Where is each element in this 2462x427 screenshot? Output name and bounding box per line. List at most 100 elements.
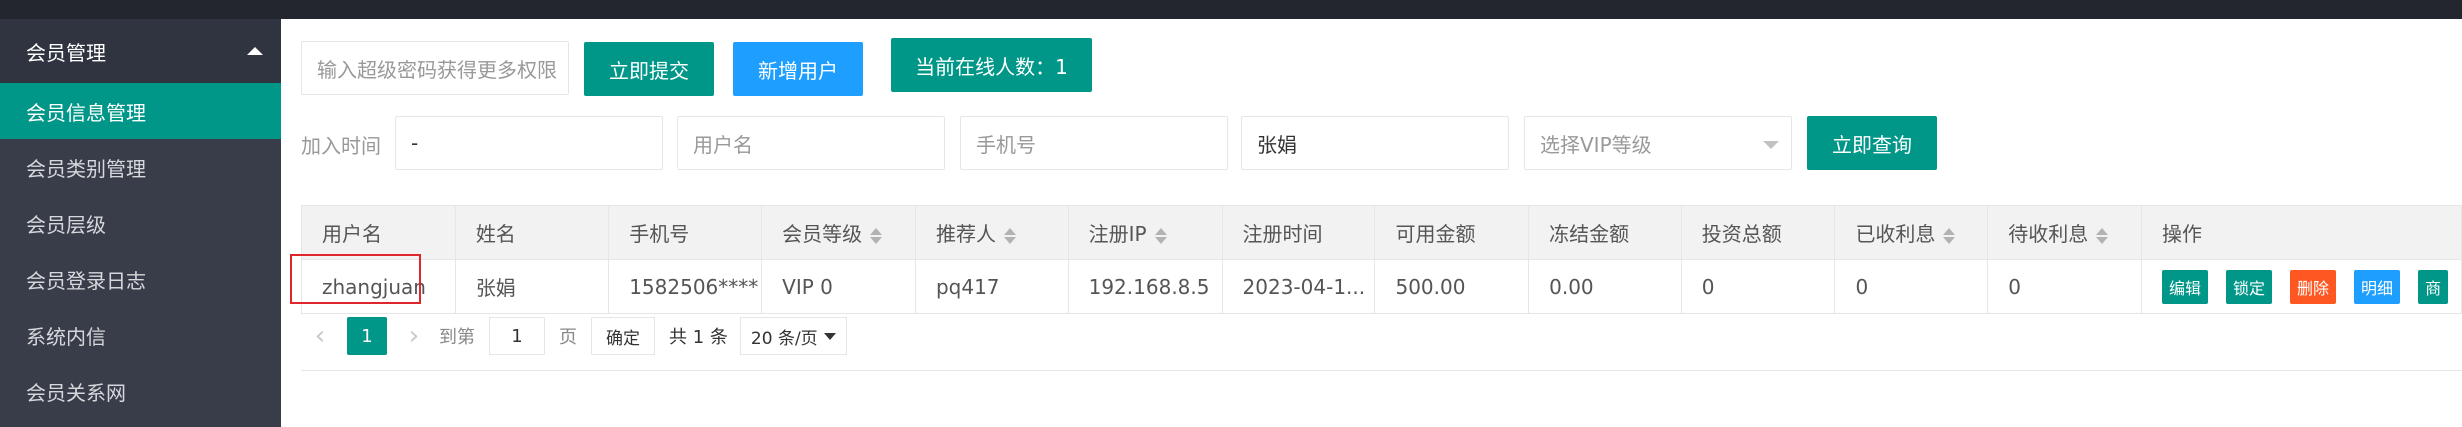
col-header-label: 待收利息: [2008, 222, 2089, 246]
sidebar-group-member-management[interactable]: 会员管理: [0, 19, 281, 83]
sidebar-item-member-level[interactable]: 会员层级: [0, 195, 281, 251]
online-count-label: 当前在线人数：1: [915, 54, 1068, 79]
col-header-pending-interest[interactable]: 待收利息: [1987, 205, 2142, 260]
super-password-input[interactable]: 输入超级密码获得更多权限: [301, 41, 569, 95]
sidebar: 会员管理 会员信息管理 会员类别管理 会员层级 会员登录日志 系统内信 会员关系…: [0, 19, 281, 427]
col-header-label: 推荐人: [935, 222, 996, 246]
col-header-label: 冻结金额: [1549, 222, 1630, 246]
col-header-vip-level[interactable]: 会员等级: [761, 205, 916, 260]
sidebar-item-label: 会员层级: [26, 212, 106, 237]
page-suffix-label: 页: [559, 327, 577, 348]
col-header-reg-ip[interactable]: 注册IP: [1067, 205, 1223, 260]
sort-icon[interactable]: [870, 227, 883, 245]
col-header-label: 姓名: [475, 222, 516, 246]
col-header-label: 可用金额: [1395, 222, 1476, 246]
join-time-input[interactable]: -: [395, 116, 663, 170]
delete-button[interactable]: 删除: [2290, 269, 2337, 304]
sidebar-item-label: 会员关系网: [26, 380, 126, 405]
join-time-value: -: [411, 131, 419, 155]
col-header-label: 已收利息: [1855, 222, 1936, 246]
sort-icon[interactable]: [1154, 227, 1167, 245]
main-content: 输入超级密码获得更多权限 立即提交 新增用户 当前在线人数：1 加入时间 - 用…: [281, 19, 2462, 427]
member-table: 用户名 姓名 手机号 会员等级 推荐人 注册IP 注册时间 可用金额 冻结金额 …: [301, 205, 2462, 314]
page-size-value: 20 条/页: [750, 328, 818, 349]
sidebar-item-login-log[interactable]: 会员登录日志: [0, 251, 281, 307]
cell-reg-time: 2023-04-1...: [1221, 259, 1376, 314]
edit-button[interactable]: 编辑: [2162, 269, 2209, 304]
submit-button[interactable]: 立即提交: [584, 42, 714, 96]
cell-vip-level: VIP 0: [761, 259, 916, 314]
phone-placeholder: 手机号: [976, 132, 1036, 157]
goto-label: 到第: [439, 327, 475, 348]
col-header-phone: 手机号: [608, 205, 763, 260]
top-bar: [0, 0, 2462, 19]
sidebar-item-member-category[interactable]: 会员类别管理: [0, 139, 281, 195]
sort-icon[interactable]: [1003, 227, 1016, 245]
col-header-label: 手机号: [629, 222, 690, 246]
cell-pending-interest: 0: [1987, 259, 2142, 314]
vip-level-select[interactable]: 选择VIP等级: [1524, 116, 1792, 170]
chevron-down-icon: [823, 332, 836, 340]
name-input[interactable]: 张娟: [1241, 116, 1509, 170]
col-header-frozen: 冻结金额: [1528, 205, 1682, 260]
col-header-actions: 操作: [2141, 205, 2462, 260]
col-header-label: 会员等级: [782, 222, 863, 246]
sidebar-item-label: 会员登录日志: [26, 268, 146, 293]
sort-icon[interactable]: [2096, 227, 2109, 245]
sidebar-group-label: 会员管理: [26, 40, 106, 65]
online-count-badge: 当前在线人数：1: [891, 38, 1092, 92]
col-header-available: 可用金额: [1374, 205, 1530, 260]
name-value: 张娟: [1257, 132, 1297, 157]
caret-up-icon: [247, 47, 263, 55]
col-header-label: 投资总额: [1701, 222, 1782, 246]
sidebar-item-label: 系统内信: [26, 324, 106, 349]
col-header-label: 用户名: [322, 222, 382, 246]
pager-divider: [301, 370, 2462, 371]
sidebar-item-member-info[interactable]: 会员信息管理: [0, 83, 281, 139]
col-header-reg-time: 注册时间: [1221, 205, 1376, 260]
submit-button-label: 立即提交: [609, 58, 689, 83]
sidebar-item-system-messages[interactable]: 系统内信: [0, 307, 281, 363]
cell-actions: 编辑 锁定 删除 明细 商: [2141, 259, 2462, 314]
cell-available: 500.00: [1374, 259, 1530, 314]
col-header-label: 注册时间: [1242, 222, 1323, 246]
username-highlight-box: [290, 254, 421, 304]
table-header-row: 用户名 姓名 手机号 会员等级 推荐人 注册IP 注册时间 可用金额 冻结金额 …: [301, 205, 2462, 260]
username-placeholder: 用户名: [693, 132, 753, 157]
sidebar-item-member-network[interactable]: 会员关系网: [0, 363, 281, 419]
cell-received-interest: 0: [1834, 259, 1989, 314]
col-header-username: 用户名: [301, 205, 456, 260]
sidebar-item-label: 会员信息管理: [26, 100, 146, 125]
pagination: ‹ 1 › 到第 1 页 确定 共 1 条 20 条/页: [301, 317, 847, 355]
phone-input[interactable]: 手机号: [960, 116, 1228, 170]
page-size-select[interactable]: 20 条/页: [739, 317, 847, 355]
cell-invest-total: 0: [1680, 259, 1836, 314]
lock-button[interactable]: 锁定: [2226, 269, 2273, 304]
total-count-label: 共 1 条: [669, 327, 728, 348]
join-time-label: 加入时间: [301, 134, 381, 158]
query-button[interactable]: 立即查询: [1807, 116, 1937, 170]
add-user-button-label: 新增用户: [758, 58, 838, 83]
sort-icon[interactable]: [1943, 227, 1956, 245]
goto-page-input[interactable]: 1: [489, 317, 545, 355]
cell-frozen: 0.00: [1528, 259, 1682, 314]
add-user-button[interactable]: 新增用户: [733, 42, 863, 96]
chevron-down-icon: [1763, 141, 1779, 149]
prev-page-icon[interactable]: ‹: [301, 317, 339, 355]
page-number-current[interactable]: 1: [347, 317, 387, 355]
super-password-placeholder: 输入超级密码获得更多权限: [317, 57, 557, 82]
col-header-label: 操作: [2162, 222, 2202, 246]
vip-level-placeholder: 选择VIP等级: [1540, 132, 1652, 157]
more-action-button[interactable]: 商: [2418, 269, 2449, 304]
cell-referrer: pq417: [914, 259, 1069, 314]
col-header-name: 姓名: [454, 205, 610, 260]
query-button-label: 立即查询: [1832, 132, 1912, 157]
cell-reg-ip: 192.168.8.5: [1067, 259, 1223, 314]
col-header-referrer[interactable]: 推荐人: [914, 205, 1069, 260]
goto-confirm-button[interactable]: 确定: [591, 317, 655, 355]
username-input[interactable]: 用户名: [677, 116, 945, 170]
cell-phone: 1582506****: [608, 259, 763, 314]
detail-button[interactable]: 明细: [2354, 269, 2401, 304]
next-page-icon[interactable]: ›: [395, 317, 433, 355]
col-header-received-interest[interactable]: 已收利息: [1834, 205, 1989, 260]
